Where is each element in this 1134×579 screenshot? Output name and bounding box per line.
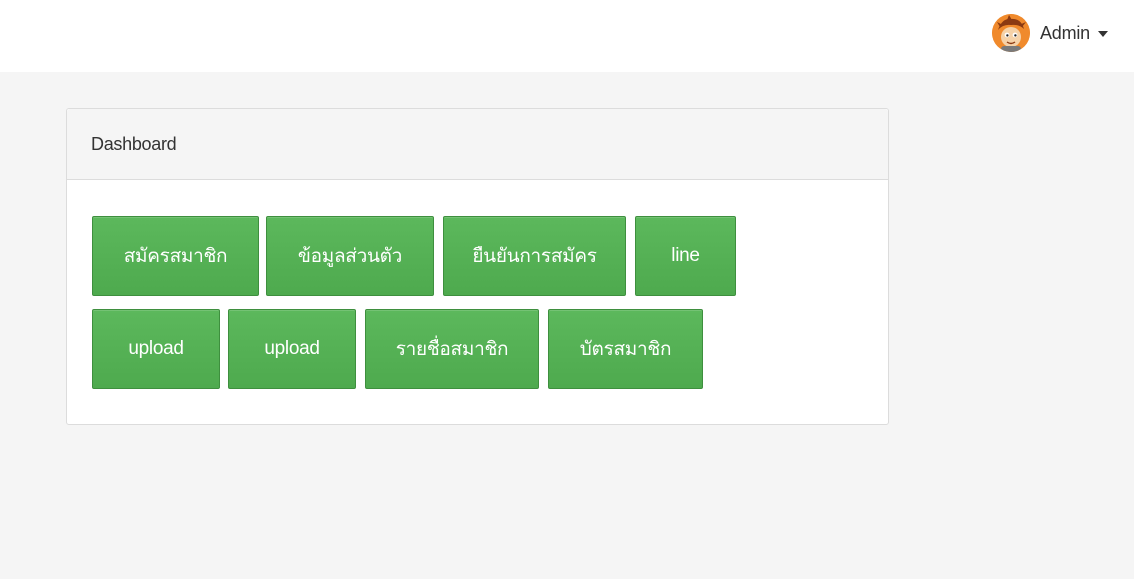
register-member-button[interactable]: สมัครสมาชิก	[92, 216, 259, 296]
top-navbar: Admin	[0, 0, 1134, 72]
upload-button-1[interactable]: upload	[92, 309, 220, 389]
panel-heading: Dashboard	[67, 109, 888, 180]
line-button[interactable]: line	[635, 216, 736, 296]
user-menu-dropdown[interactable]: Admin	[991, 14, 1108, 52]
member-list-button[interactable]: รายชื่อสมาชิก	[365, 309, 539, 389]
member-card-button[interactable]: บัตรสมาชิก	[548, 309, 703, 389]
user-name[interactable]: Admin	[1040, 23, 1090, 44]
personal-info-button[interactable]: ข้อมูลส่วนตัว	[266, 216, 434, 296]
caret-down-icon[interactable]	[1098, 30, 1108, 37]
confirm-registration-button[interactable]: ยืนยันการสมัคร	[443, 216, 626, 296]
upload-button-2[interactable]: upload	[228, 309, 356, 389]
dashboard-panel: Dashboard สมัครสมาชิก ข้อมูลส่วนตัว ยืนย…	[66, 108, 889, 425]
panel-title: Dashboard	[91, 133, 177, 154]
avatar-icon[interactable]	[991, 14, 1030, 52]
